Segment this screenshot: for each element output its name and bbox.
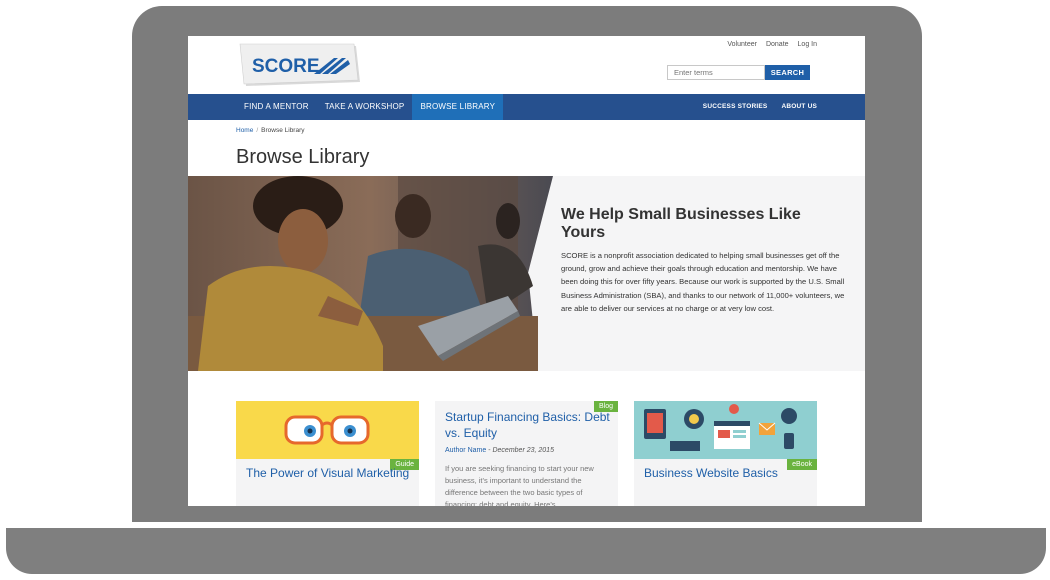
- search-input[interactable]: [667, 65, 765, 80]
- breadcrumb-current: Browse Library: [261, 127, 305, 134]
- search-button[interactable]: SEARCH: [765, 65, 810, 80]
- nav-browse-library[interactable]: BROWSE LIBRARY: [412, 94, 504, 120]
- hero-photo: [188, 176, 553, 371]
- main-nav: FIND A MENTOR TAKE A WORKSHOP BROWSE LIB…: [188, 94, 865, 120]
- card-title[interactable]: Business Website Basics: [644, 465, 809, 481]
- hero-heading: We Help Small Businesses Like Yours: [561, 206, 801, 241]
- author-name[interactable]: Author Name: [445, 447, 486, 454]
- glasses-illustration: [236, 401, 419, 459]
- card-meta: Author Name - December 23, 2015: [445, 447, 554, 454]
- resource-card[interactable]: Blog Startup Financing Basics: Debt vs. …: [435, 401, 618, 506]
- log-in-link[interactable]: Log In: [798, 41, 817, 48]
- nav-find-a-mentor[interactable]: FIND A MENTOR: [236, 94, 317, 120]
- post-date: December 23, 2015: [492, 447, 554, 454]
- card-excerpt: If you are seeking financing to start yo…: [445, 464, 594, 506]
- score-logo[interactable]: SCORE: [238, 42, 360, 86]
- nav-success-stories[interactable]: SUCCESS STORIES: [703, 94, 768, 120]
- resource-card[interactable]: Guide The Power of Visual Marketing: [236, 401, 419, 506]
- utility-links: Volunteer Donate Log In: [727, 41, 817, 48]
- card-title[interactable]: Startup Financing Basics: Debt vs. Equit…: [445, 409, 610, 441]
- page-title: Browse Library: [236, 146, 370, 168]
- search-bar: SEARCH: [667, 65, 810, 80]
- card-title[interactable]: The Power of Visual Marketing: [246, 465, 411, 481]
- nav-about-us[interactable]: ABOUT US: [781, 94, 817, 120]
- volunteer-link[interactable]: Volunteer: [727, 41, 757, 48]
- laptop-screen: SCORE Volunteer Donate Log In SEARCH FIN…: [188, 36, 865, 506]
- resource-card[interactable]: eBook Business Website Basics: [634, 401, 817, 506]
- hero-description: SCORE is a nonprofit association dedicat…: [561, 251, 845, 313]
- logo-text: SCORE: [252, 56, 320, 77]
- breadcrumb-home[interactable]: Home: [236, 127, 253, 134]
- laptop-base: [6, 528, 1046, 574]
- breadcrumb: Home / Browse Library: [236, 127, 305, 134]
- hero-section: We Help Small Businesses Like Yours SCOR…: [188, 176, 865, 371]
- website-illustration: [634, 401, 817, 459]
- donate-link[interactable]: Donate: [766, 41, 789, 48]
- nav-take-a-workshop[interactable]: TAKE A WORKSHOP: [317, 94, 413, 120]
